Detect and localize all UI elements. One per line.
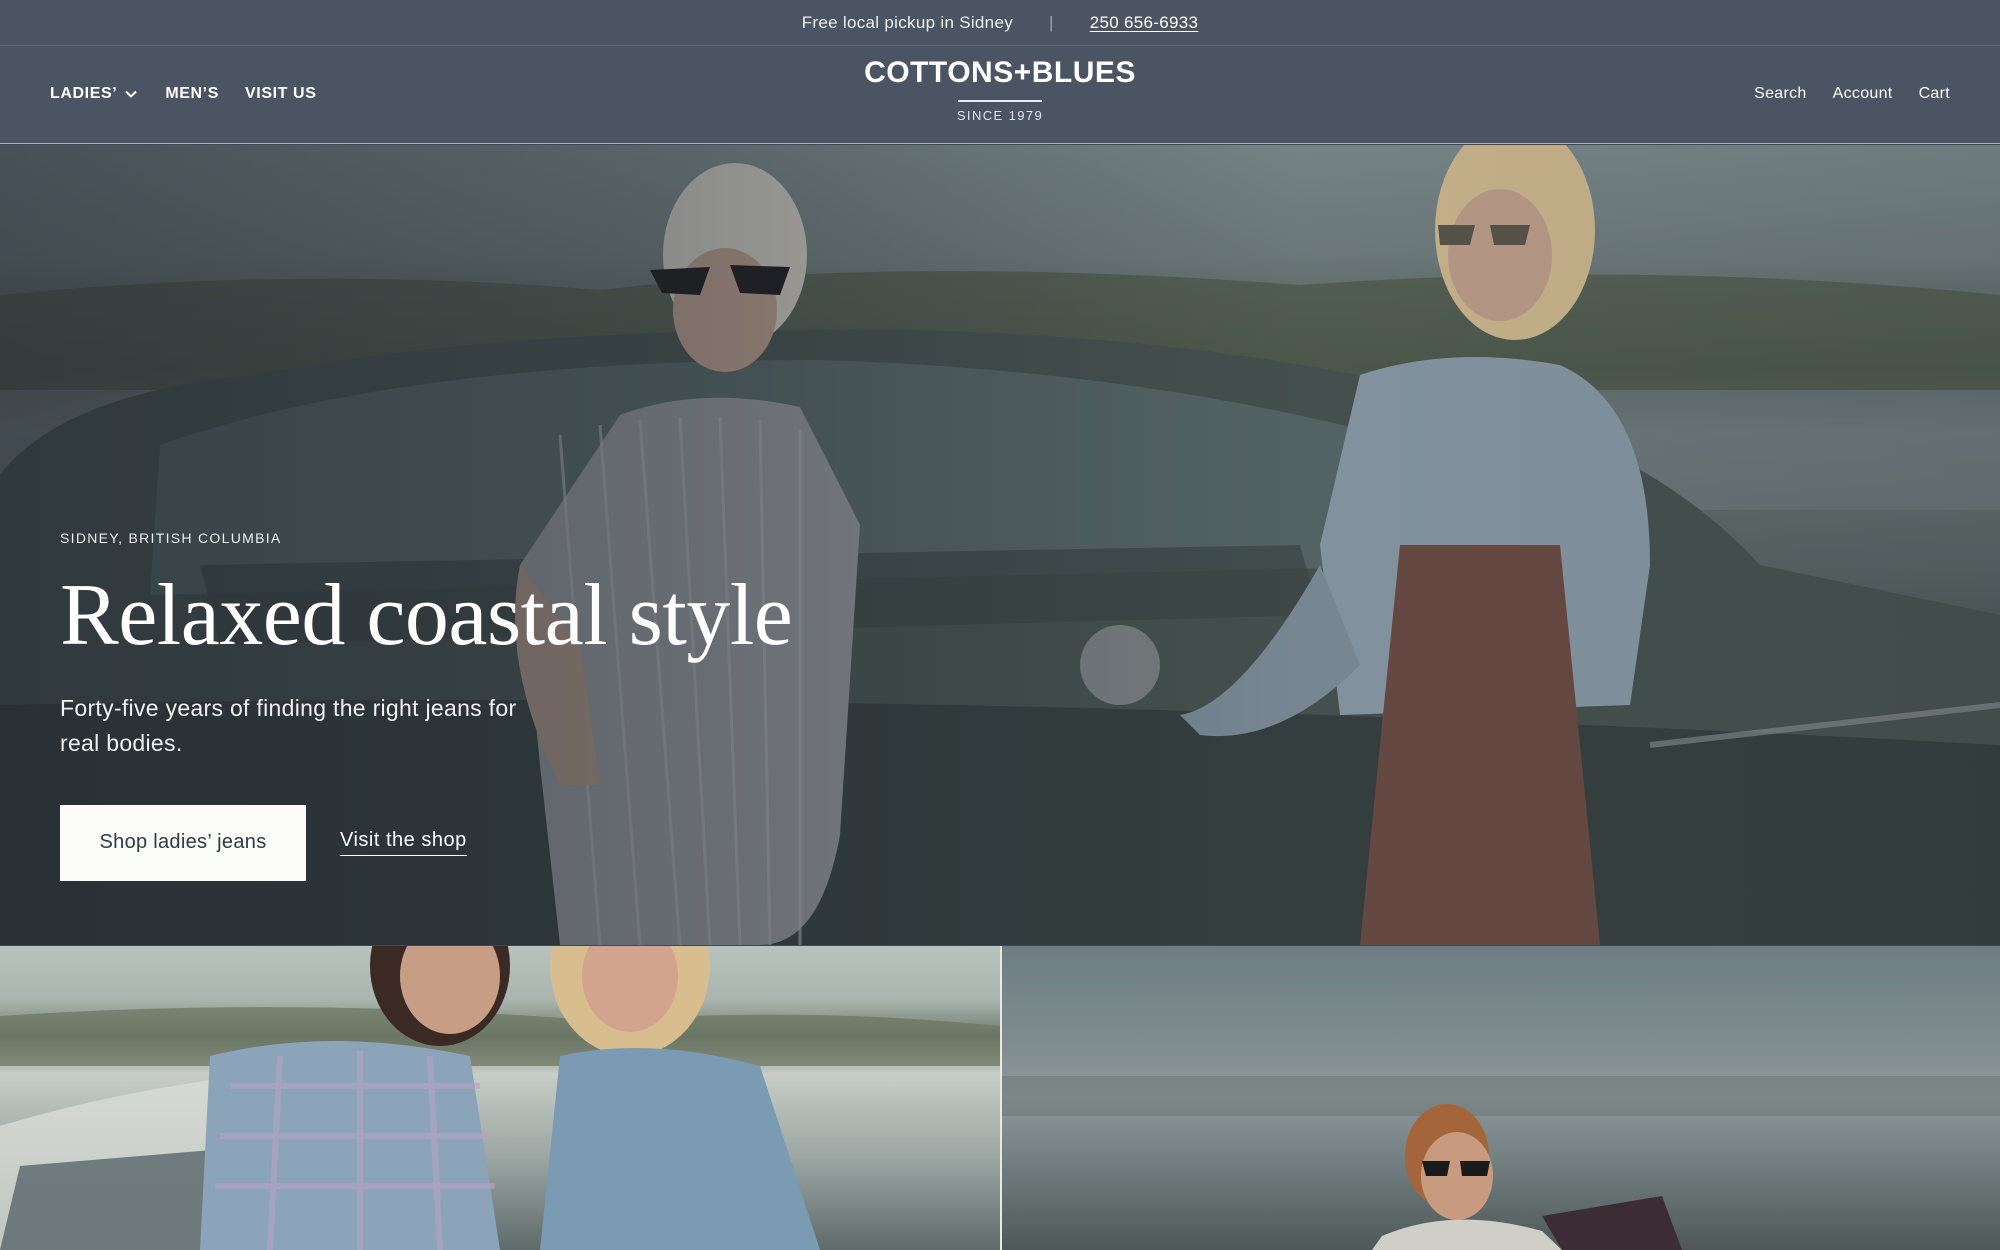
hero-title: Relaxed coastal style [60, 567, 793, 664]
pickup-text: Free local pickup in Sidney [801, 12, 1013, 32]
nav-item-mens-label: MEN’S [165, 85, 219, 102]
phone-link[interactable]: 250 656-6933 [1090, 13, 1199, 33]
mens-feature-tile[interactable] [1002, 946, 2000, 1250]
logo-wordmark: COTTONS+BLUES [864, 56, 1136, 89]
announcement-separator: | [1049, 12, 1054, 32]
shop-ladies-jeans-button[interactable]: Shop ladies’ jeans [60, 804, 306, 881]
site-logo[interactable]: COTTONS+BLUES SINCE 1979 [850, 56, 1150, 123]
hero-banner: SIDNEY, BRITISH COLUMBIA Relaxed coastal… [0, 145, 2000, 945]
mens-tile-image [1002, 1076, 2000, 1250]
nav-item-visit-us-label: VISIT US [245, 85, 317, 102]
ladies-tile-image [0, 946, 1000, 1250]
account-link[interactable]: Account [1833, 85, 1893, 103]
logo-divider [958, 100, 1042, 102]
nav-item-mens[interactable]: MEN’S [165, 85, 219, 103]
hero-content: SIDNEY, BRITISH COLUMBIA Relaxed coastal… [60, 530, 960, 881]
nav-item-ladies[interactable]: LADIES’ [50, 85, 139, 103]
hero-eyebrow: SIDNEY, BRITISH COLUMBIA [60, 530, 282, 546]
ladies-feature-tile[interactable] [0, 946, 1000, 1250]
search-link[interactable]: Search [1754, 85, 1807, 103]
site-header: LADIES’ MEN’S VISIT US COTTONS+BLUES SIN… [0, 46, 2000, 144]
hero-subtitle: Forty-five years of finding the right je… [60, 694, 517, 756]
nav-item-ladies-label: LADIES’ [50, 85, 118, 102]
logo-tagline: SINCE 1979 [956, 108, 1044, 123]
primary-nav: LADIES’ MEN’S VISIT US [50, 46, 316, 142]
utility-nav: Search Account Cart [1754, 46, 1950, 142]
visit-the-shop-link[interactable]: Visit the shop [340, 829, 467, 857]
chevron-down-icon [125, 90, 138, 98]
feature-tiles [0, 946, 2000, 1250]
announcement-bar: Free local pickup in Sidney | 250 656-69… [0, 0, 2000, 46]
cart-link[interactable]: Cart [1919, 85, 1950, 103]
nav-item-visit-us[interactable]: VISIT US [245, 85, 316, 103]
hero-cta-group: Shop ladies’ jeans Visit the shop [60, 804, 960, 881]
